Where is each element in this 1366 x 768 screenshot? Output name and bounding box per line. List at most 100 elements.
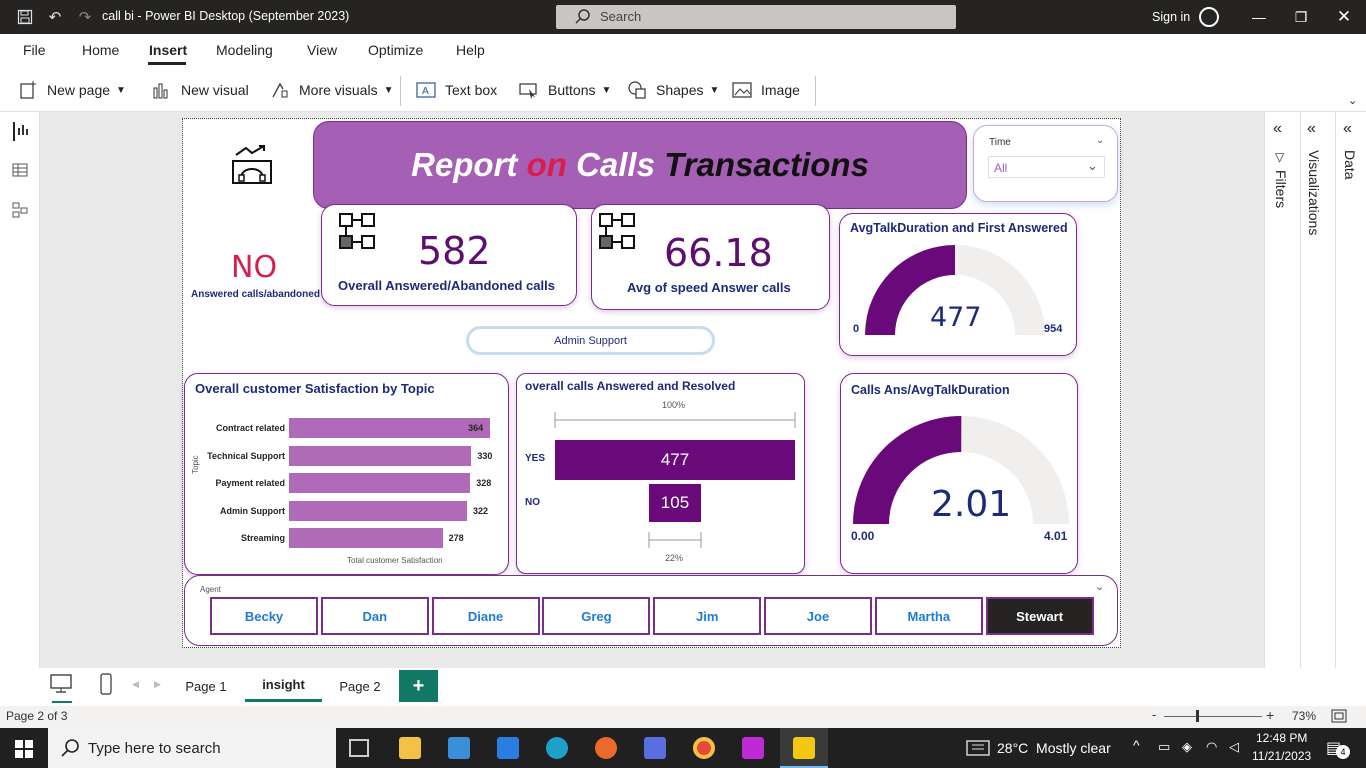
wps-icon[interactable] [742, 737, 764, 759]
agent-button-greg[interactable]: Greg [542, 597, 651, 635]
zoom-out-button[interactable]: - [1152, 707, 1156, 722]
add-page-button[interactable]: + [399, 670, 438, 702]
battery-icon[interactable]: ▭ [1158, 739, 1170, 755]
collapse-visualizations-icon[interactable]: « [1307, 120, 1316, 138]
gauge1-value: 477 [930, 302, 982, 333]
page-tab[interactable]: Page 2 [330, 670, 390, 702]
app-icon[interactable] [644, 737, 666, 759]
search-icon [60, 738, 80, 763]
power-bi-taskbar-button[interactable] [780, 728, 828, 768]
mail-icon[interactable] [497, 737, 519, 759]
table-view-icon[interactable] [12, 162, 28, 183]
fit-to-page-icon[interactable] [1331, 709, 1347, 728]
agent-button-martha[interactable]: Martha [874, 597, 983, 635]
undo-icon[interactable]: ↶ [46, 8, 64, 26]
more-visuals-label: More visuals [299, 82, 378, 98]
agent-button-diane[interactable]: Diane [431, 597, 540, 635]
weather-text[interactable]: 28°C Mostly clear [997, 740, 1111, 756]
bar-mark[interactable] [289, 418, 491, 438]
sign-in-link[interactable]: Sign in [1152, 10, 1190, 24]
clock-date[interactable]: 11/21/2023 [1252, 749, 1311, 763]
zoom-in-button[interactable]: + [1266, 707, 1274, 723]
avatar-icon[interactable] [1199, 7, 1219, 27]
funnel-value-label: 105 [660, 493, 690, 512]
agent-button-joe[interactable]: Joe [764, 597, 872, 635]
mobile-layout-icon[interactable] [100, 673, 112, 700]
close-icon[interactable]: ✕ [1335, 7, 1353, 26]
volume-icon[interactable]: ◁ [1229, 739, 1239, 755]
chrome-icon[interactable] [693, 737, 715, 759]
bar-mark[interactable] [289, 445, 472, 466]
collapse-filters-icon[interactable]: « [1273, 120, 1282, 138]
zoom-slider-thumb[interactable] [1196, 710, 1200, 722]
file-explorer-icon[interactable] [399, 737, 421, 759]
kpi-overall-value: 582 [418, 229, 491, 273]
store-icon[interactable] [448, 737, 470, 759]
buttons-button[interactable]: Buttons ▼ [519, 80, 611, 100]
windows-taskbar: Type here to search 28°C Mostly clear ^ … [0, 728, 1366, 768]
filters-pane-label[interactable]: Filters [1273, 170, 1289, 208]
ribbon-separator [815, 76, 816, 106]
agent-button-becky[interactable]: Becky [210, 597, 318, 635]
show-hidden-icons-icon[interactable]: ^ [1133, 737, 1140, 753]
edge-icon[interactable] [546, 737, 568, 759]
network-tray-icon[interactable]: ◈ [1182, 739, 1192, 755]
menu-modeling[interactable]: Modeling [216, 42, 273, 58]
menu-view[interactable]: View [307, 42, 337, 58]
next-page-icon[interactable]: ▶ [154, 679, 161, 690]
svg-text:A: A [422, 86, 429, 97]
shapes-button[interactable]: Shapes ▼ [627, 80, 719, 100]
time-dropdown[interactable]: All ⌄ [988, 156, 1105, 178]
clock-time[interactable]: 12:48 PM [1256, 731, 1307, 745]
restore-icon[interactable]: ❐ [1292, 8, 1310, 26]
agent-button-stewart[interactable]: Stewart [985, 597, 1094, 635]
desktop-layout-icon[interactable] [50, 674, 72, 699]
redo-icon[interactable]: ↷ [76, 8, 94, 26]
firefox-icon[interactable] [595, 737, 617, 759]
page-tab-active[interactable]: insight [245, 670, 322, 702]
data-pane-label[interactable]: Data [1342, 150, 1358, 180]
menu-insert[interactable]: Insert [149, 42, 187, 58]
bar-category-label: Contract related [215, 423, 285, 433]
bar-mark[interactable] [289, 473, 471, 493]
buttons-icon [519, 80, 539, 100]
visualizations-pane-label[interactable]: Visualizations [1306, 150, 1322, 235]
bar-mark[interactable] [289, 528, 443, 548]
title-bar: ↶ ↷ call bi - Power BI Desktop (Septembe… [0, 0, 1366, 34]
image-button[interactable]: Image [732, 80, 800, 100]
task-view-icon[interactable] [349, 739, 369, 757]
filter-icon: ▽ [1275, 150, 1285, 164]
chevron-down-icon[interactable]: ⌄ [1096, 135, 1104, 146]
time-slicer: Time ⌄ All ⌄ [973, 125, 1118, 202]
menu-file[interactable]: File [23, 42, 46, 58]
no-value: NO [231, 250, 278, 285]
time-slicer-label: Time [989, 137, 1011, 148]
taskbar-search-box[interactable]: Type here to search [48, 728, 336, 768]
text-box-button[interactable]: A Text box [416, 80, 497, 100]
model-view-icon[interactable] [12, 202, 28, 223]
new-visual-button[interactable]: New visual [152, 80, 249, 100]
report-view-icon[interactable] [13, 122, 31, 141]
ribbon: New page ▼ New visual More visuals ▼ A T… [0, 66, 1366, 112]
more-visuals-button[interactable]: More visuals ▼ [270, 80, 394, 100]
zoom-slider[interactable] [1164, 716, 1262, 717]
prev-page-icon[interactable]: ◀ [132, 679, 139, 690]
wifi-icon[interactable]: ◠ [1206, 739, 1217, 755]
windows-start-icon[interactable] [15, 740, 33, 763]
collapse-data-icon[interactable]: « [1343, 120, 1352, 138]
minimize-icon[interactable]: — [1250, 8, 1268, 26]
page-tab[interactable]: Page 1 [176, 670, 236, 702]
menu-optimize[interactable]: Optimize [368, 42, 423, 58]
collapse-ribbon-icon[interactable]: ⌄ [1348, 94, 1357, 107]
chevron-down-icon[interactable]: ⌄ [1095, 580, 1104, 593]
search-input[interactable]: Search [556, 5, 956, 29]
active-layout-indicator [52, 701, 72, 703]
save-icon[interactable] [16, 8, 34, 26]
menu-home[interactable]: Home [82, 42, 119, 58]
agent-button-dan[interactable]: Dan [320, 597, 429, 635]
new-page-button[interactable]: New page ▼ [18, 80, 126, 100]
bar-mark[interactable] [289, 500, 467, 521]
agent-button-jim[interactable]: Jim [653, 597, 762, 635]
topic-filter-button[interactable]: Admin Support [466, 326, 715, 355]
menu-help[interactable]: Help [456, 42, 485, 58]
